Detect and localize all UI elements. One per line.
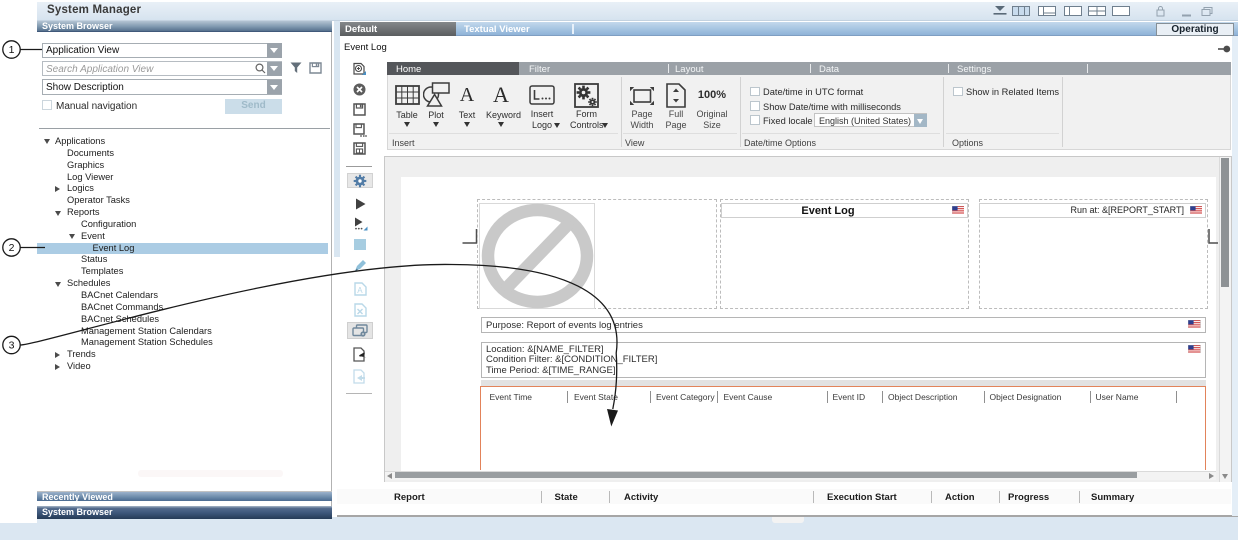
svg-text:1: 1 — [9, 44, 15, 56]
svg-text:2: 2 — [9, 242, 15, 254]
svg-text:3: 3 — [9, 340, 15, 352]
